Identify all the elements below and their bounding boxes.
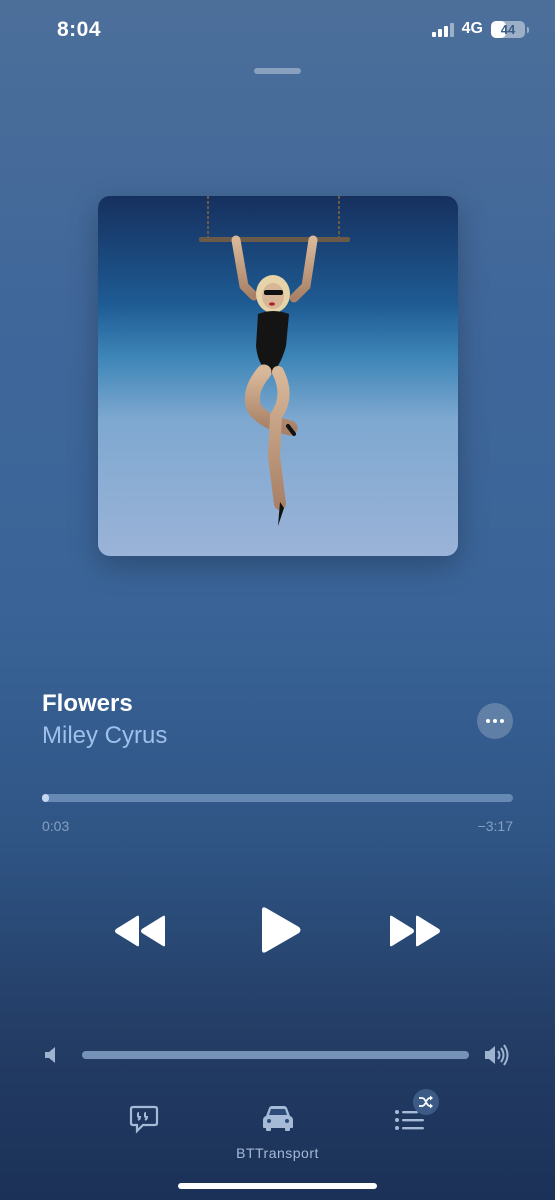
lyrics-quote-icon bbox=[129, 1105, 159, 1134]
artist-name[interactable]: Miley Cyrus bbox=[42, 722, 167, 750]
speaker-high-icon bbox=[484, 1044, 512, 1071]
battery-level: 44 bbox=[500, 21, 516, 37]
sheet-grabber[interactable] bbox=[254, 68, 301, 74]
play-icon bbox=[262, 907, 301, 953]
lyrics-button[interactable] bbox=[129, 1104, 159, 1139]
playback-progress-fill bbox=[42, 794, 50, 802]
fast-forward-button[interactable] bbox=[385, 906, 445, 956]
shuffle-icon bbox=[419, 1095, 433, 1109]
rewind-icon bbox=[115, 915, 165, 947]
home-indicator[interactable] bbox=[178, 1183, 377, 1189]
network-type: 4G bbox=[461, 20, 483, 37]
album-artwork bbox=[98, 196, 458, 556]
speaker-low-icon bbox=[44, 1046, 58, 1069]
play-button[interactable] bbox=[252, 900, 308, 960]
cellular-signal-icon bbox=[431, 21, 454, 37]
volume-fill bbox=[82, 1051, 469, 1059]
remaining-time: −3:17 bbox=[477, 818, 513, 834]
car-icon bbox=[263, 1106, 293, 1131]
status-time: 8:04 bbox=[57, 18, 102, 41]
rewind-button[interactable] bbox=[110, 906, 170, 956]
output-device-button[interactable] bbox=[260, 1104, 296, 1137]
battery-icon: 44 bbox=[491, 20, 529, 38]
output-device-label: BTTransport bbox=[236, 1145, 319, 1161]
elapsed-time: 0:03 bbox=[42, 818, 70, 834]
playback-scrubber[interactable] bbox=[42, 794, 513, 802]
fast-forward-icon bbox=[390, 915, 440, 947]
volume-slider[interactable] bbox=[82, 1051, 469, 1059]
ellipsis-icon bbox=[486, 719, 490, 723]
shuffle-indicator[interactable] bbox=[413, 1089, 439, 1115]
more-options-button[interactable] bbox=[477, 703, 513, 739]
status-indicators: 4G 44 bbox=[431, 20, 529, 38]
song-title: Flowers bbox=[42, 690, 133, 717]
